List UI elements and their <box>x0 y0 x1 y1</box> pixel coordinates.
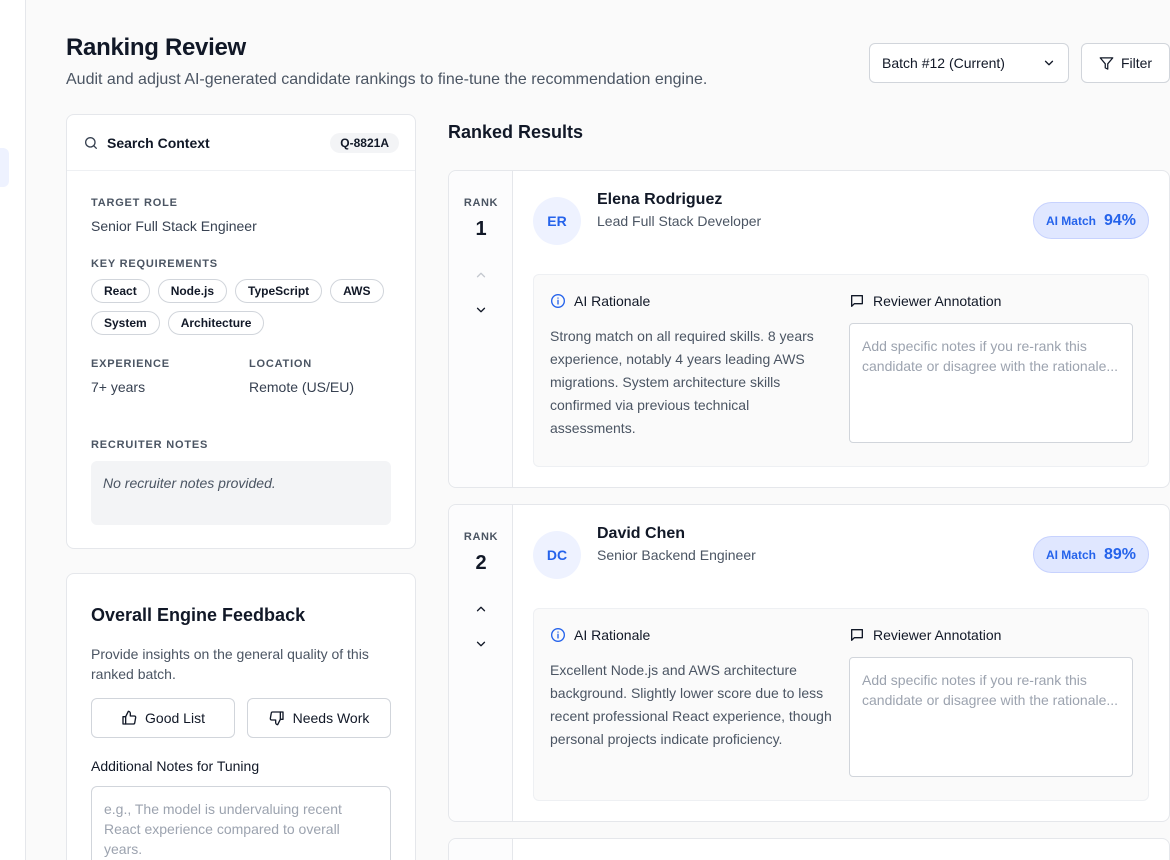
needs-work-label: Needs Work <box>292 710 370 726</box>
chevron-down-icon <box>474 637 488 651</box>
filter-icon <box>1099 56 1114 71</box>
chevron-up-icon <box>474 268 488 282</box>
candidate-card: RANK 2 DC David Chen Senior Backend Engi… <box>448 504 1170 822</box>
reviewer-annotation-textarea[interactable]: Add specific notes if you re-rank this c… <box>849 323 1133 443</box>
candidate-name: Elena Rodriguez <box>597 191 723 208</box>
info-icon <box>550 627 566 643</box>
engine-feedback-card: Overall Engine Feedback Provide insights… <box>66 573 416 860</box>
batch-select[interactable]: Batch #12 (Current) <box>869 43 1069 83</box>
ai-match-score: 89% <box>1103 545 1137 563</box>
ai-rationale-label: AI Rationale <box>574 627 651 643</box>
target-role-label: TARGET ROLE <box>91 197 178 209</box>
requirement-chip: Node.js <box>157 279 228 303</box>
move-up-button[interactable] <box>471 599 491 619</box>
sidebar-active-item[interactable] <box>0 148 9 187</box>
feedback-title: Overall Engine Feedback <box>91 605 306 625</box>
candidate-card: RANK 1 ER Elena Rodriguez Lead Full Stac… <box>448 170 1170 488</box>
page-subtitle: Audit and adjust AI-generated candidate … <box>66 71 708 88</box>
main-content: Ranking Review Audit and adjust AI-gener… <box>26 0 1170 860</box>
move-up-button[interactable] <box>471 265 491 285</box>
good-list-label: Good List <box>145 710 205 726</box>
candidate-title: Senior Backend Engineer <box>597 547 756 563</box>
ai-match-label: AI Match <box>1045 547 1096 562</box>
reviewer-annotation-textarea[interactable]: Add specific notes if you re-rank this c… <box>849 657 1133 777</box>
ai-match-badge: AI Match 89% <box>1033 536 1149 573</box>
chevron-down-icon <box>474 303 488 317</box>
requirement-chip: TypeScript <box>235 279 323 303</box>
chevron-down-icon <box>1042 56 1056 70</box>
ai-rationale-text: Strong match on all required skills. 8 y… <box>550 328 814 436</box>
rank-label: RANK <box>463 197 499 209</box>
requirement-chip: System <box>91 311 160 335</box>
experience-value: 7+ years <box>91 379 146 395</box>
move-down-button[interactable] <box>471 300 491 320</box>
avatar: DC <box>533 531 581 579</box>
rank-number: 1 <box>475 218 487 240</box>
candidate-card <box>448 838 1170 860</box>
ai-match-label: AI Match <box>1045 213 1096 228</box>
ai-match-score: 94% <box>1103 211 1137 229</box>
tuning-notes-textarea[interactable]: e.g., The model is undervaluing recent R… <box>91 786 391 860</box>
search-icon <box>83 135 99 151</box>
search-context-title: Search Context <box>107 134 210 151</box>
requirement-chip: AWS <box>330 279 384 303</box>
rank-column <box>449 839 513 860</box>
thumbs-down-icon <box>269 710 285 726</box>
recruiter-notes-label: RECRUITER NOTES <box>91 439 209 451</box>
requirement-chip: Architecture <box>167 311 265 335</box>
rank-column: RANK 1 <box>449 171 513 487</box>
tuning-notes-label: Additional Notes for Tuning <box>91 758 260 774</box>
candidate-name: David Chen <box>597 525 686 542</box>
search-context-header: Search Context Q-8821A <box>67 115 415 171</box>
recruiter-notes-box: No recruiter notes provided. <box>91 461 391 525</box>
rank-label: RANK <box>463 531 499 543</box>
sidebar <box>0 0 26 860</box>
ai-rationale-header: AI Rationale <box>550 627 650 643</box>
info-icon <box>550 293 566 309</box>
avatar: ER <box>533 197 581 245</box>
ai-rationale-text: Excellent Node.js and AWS architecture b… <box>550 662 832 747</box>
ai-rationale-label: AI Rationale <box>574 293 651 309</box>
reviewer-annotation-header: Reviewer Annotation <box>849 627 1001 643</box>
thumbs-up-icon <box>121 710 137 726</box>
page-title: Ranking Review <box>66 34 246 61</box>
ranked-results-title: Ranked Results <box>448 122 584 142</box>
feedback-description: Provide insights on the general quality … <box>91 646 369 682</box>
reviewer-annotation-header: Reviewer Annotation <box>849 293 1001 309</box>
location-value: Remote (US/EU) <box>249 379 355 395</box>
filter-button[interactable]: Filter <box>1081 43 1170 83</box>
move-down-button[interactable] <box>471 634 491 654</box>
filter-label: Filter <box>1120 55 1153 71</box>
reviewer-annotation-label: Reviewer Annotation <box>873 293 1002 309</box>
rank-number: 2 <box>475 552 487 574</box>
comment-icon <box>849 627 865 643</box>
rationale-panel: AI Rationale Strong match on all require… <box>533 274 1149 467</box>
rank-column: RANK 2 <box>449 505 513 821</box>
experience-label: EXPERIENCE <box>91 358 170 370</box>
requirements-label: KEY REQUIREMENTS <box>91 258 218 270</box>
needs-work-button[interactable]: Needs Work <box>247 698 391 738</box>
target-role-value: Senior Full Stack Engineer <box>91 218 257 234</box>
candidate-title: Lead Full Stack Developer <box>597 213 762 229</box>
comment-icon <box>849 293 865 309</box>
ai-rationale-header: AI Rationale <box>550 293 650 309</box>
requirement-chip: React <box>91 279 150 303</box>
rationale-panel: AI Rationale Excellent Node.js and AWS a… <box>533 608 1149 801</box>
location-label: LOCATION <box>249 358 313 370</box>
chevron-up-icon <box>474 602 488 616</box>
search-context-card: Search Context Q-8821A TARGET ROLE Senio… <box>66 114 416 549</box>
reviewer-annotation-label: Reviewer Annotation <box>873 627 1002 643</box>
query-id-badge: Q-8821A <box>330 132 399 153</box>
ai-match-badge: AI Match 94% <box>1033 202 1149 239</box>
good-list-button[interactable]: Good List <box>91 698 235 738</box>
requirements-list: React Node.js TypeScript AWS System Arch… <box>91 279 391 335</box>
batch-select-value: Batch #12 (Current) <box>882 55 1005 71</box>
